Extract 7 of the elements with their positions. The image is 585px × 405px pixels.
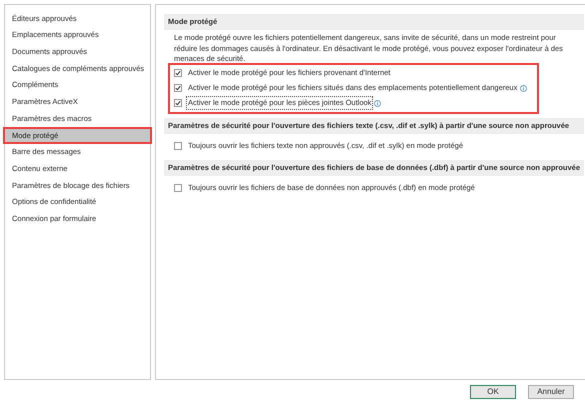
checkbox[interactable] (174, 184, 182, 192)
dialog-button[interactable]: Annuler (528, 385, 574, 399)
checkbox[interactable] (174, 99, 182, 107)
checkbox[interactable] (174, 69, 182, 77)
dialog-button[interactable]: OK (470, 385, 516, 399)
checkbox[interactable] (174, 142, 182, 150)
checkbox[interactable] (174, 84, 182, 92)
